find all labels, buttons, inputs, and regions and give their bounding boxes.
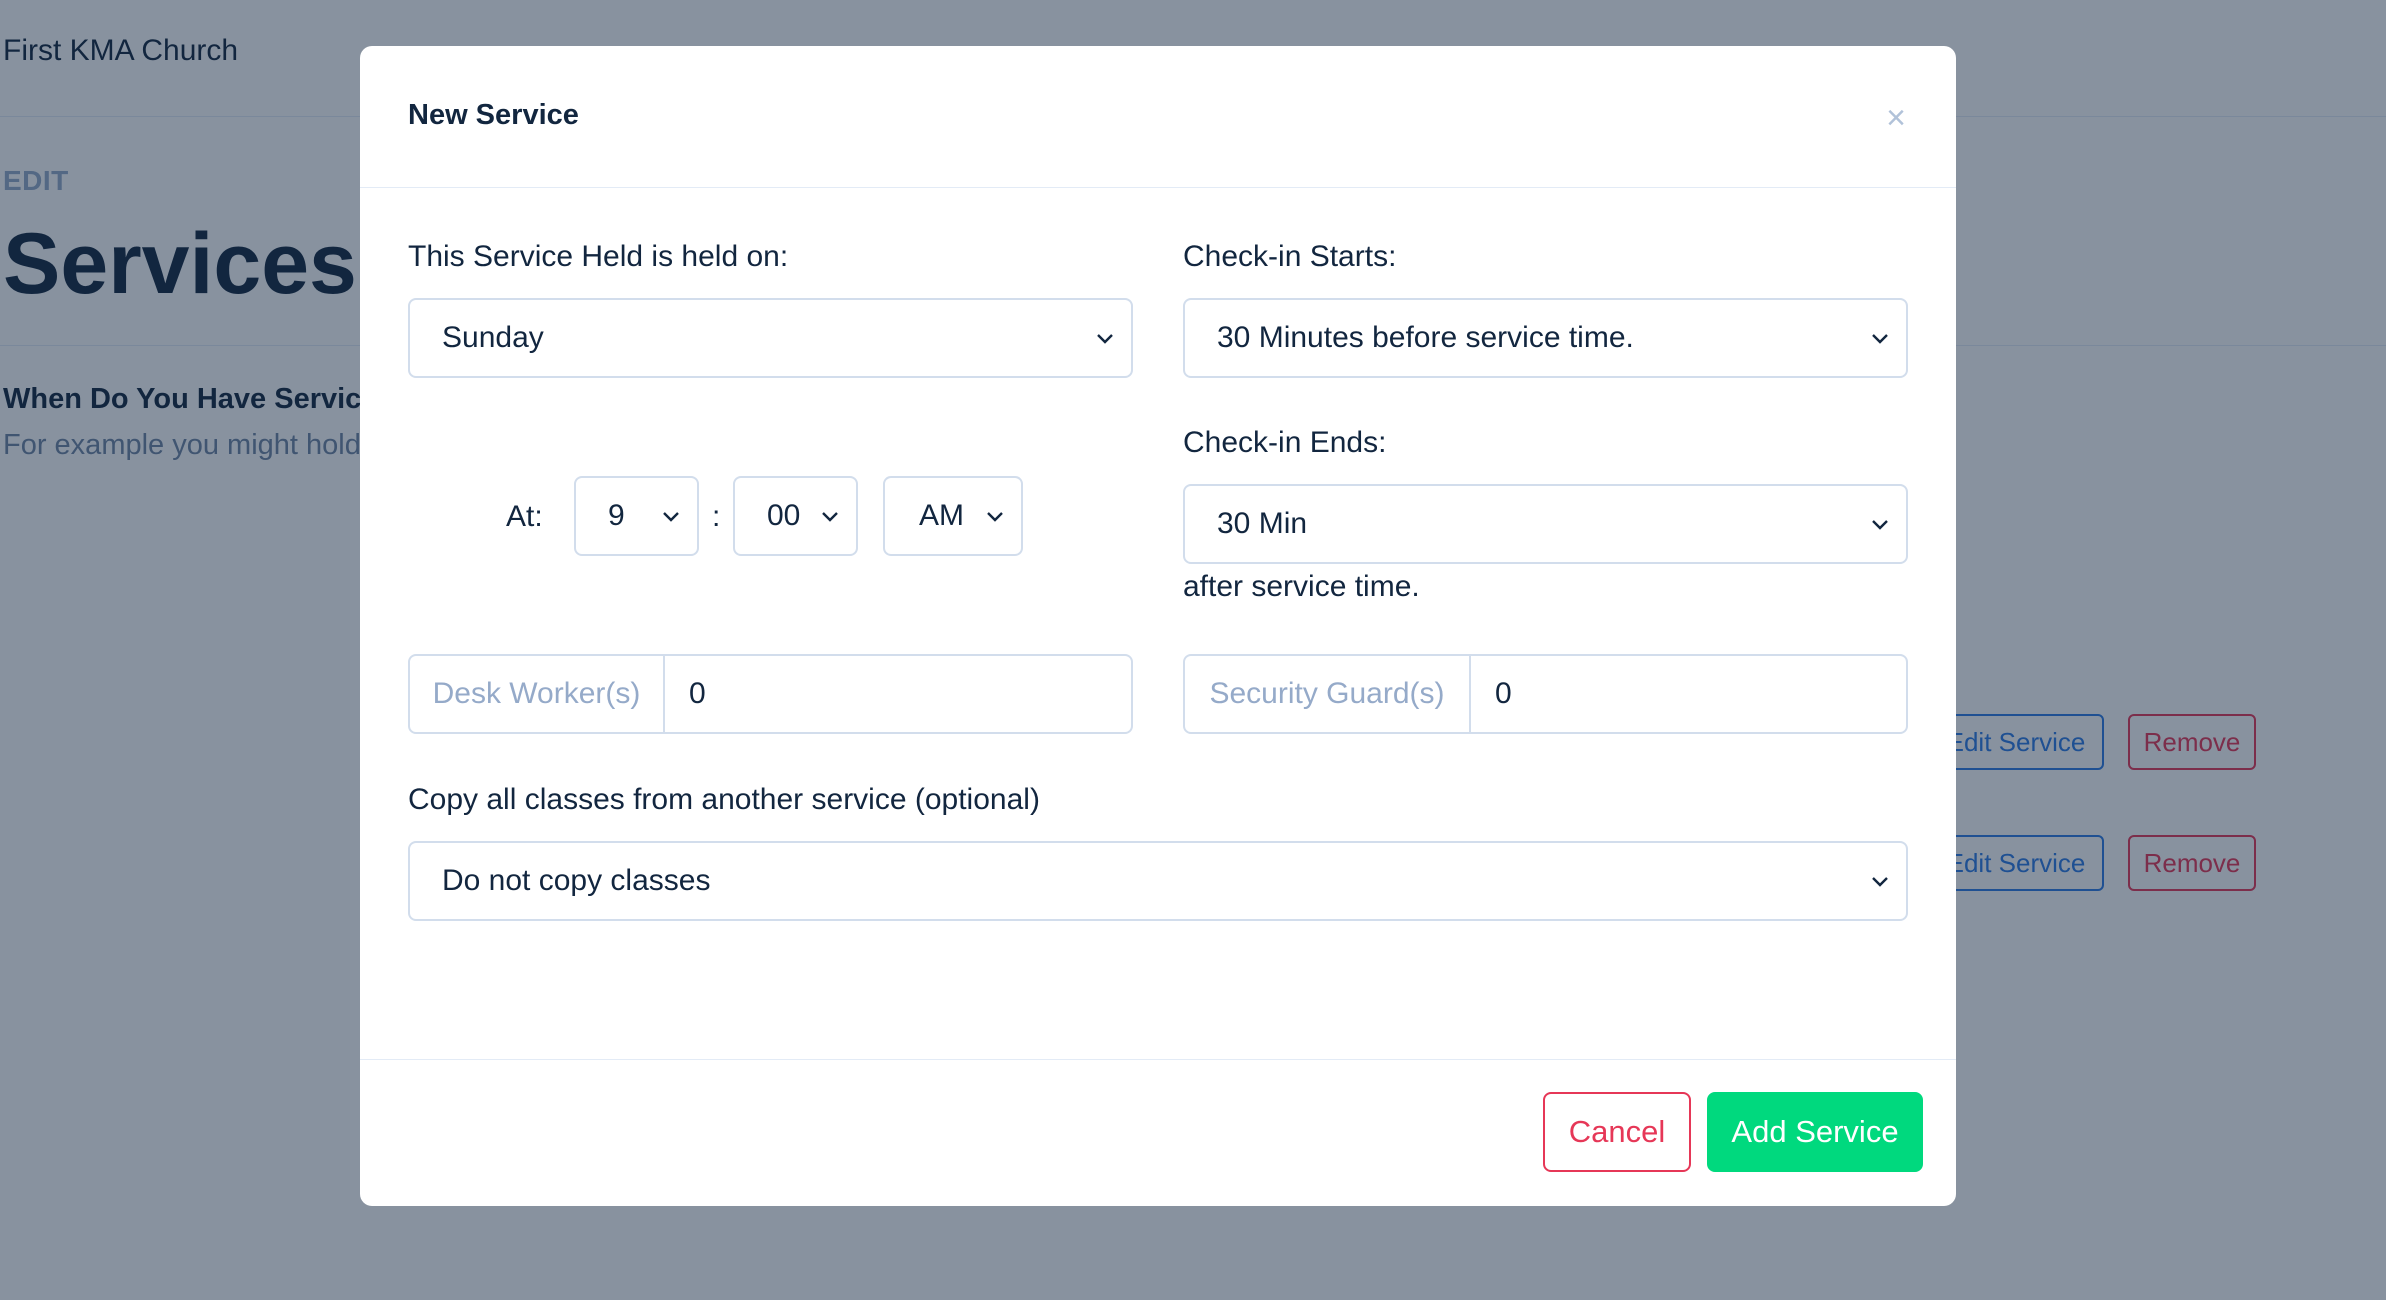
chevron-down-icon [820,509,840,523]
time-at-label: At: [506,500,543,533]
hour-select[interactable]: 9 [574,476,699,556]
security-guards-group: Security Guard(s) 0 [1183,654,1908,734]
modal-footer: Cancel Add Service [360,1059,1956,1206]
chevron-down-icon [1095,331,1115,345]
minute-select[interactable]: 00 [733,476,858,556]
checkin-end-label: Check-in Ends: [1183,426,1387,459]
chevron-down-icon [661,509,681,523]
service-day-select[interactable]: Sunday [408,298,1133,378]
checkin-start-value: 30 Minutes before service time. [1217,321,1634,354]
chevron-down-icon [1870,331,1890,345]
desk-workers-label: Desk Worker(s) [408,654,665,734]
chevron-down-icon [985,509,1005,523]
close-icon[interactable]: × [1876,98,1916,138]
desk-workers-input[interactable]: 0 [665,654,1133,734]
service-day-value: Sunday [442,321,544,354]
ampm-select[interactable]: AM [883,476,1023,556]
service-day-label: This Service Held is held on: [408,240,789,273]
checkin-start-select[interactable]: 30 Minutes before service time. [1183,298,1908,378]
minute-value: 00 [767,499,801,532]
copy-classes-value: Do not copy classes [442,864,711,897]
checkin-start-label: Check-in Starts: [1183,240,1397,273]
copy-classes-select[interactable]: Do not copy classes [408,841,1908,921]
add-service-button[interactable]: Add Service [1707,1092,1923,1172]
modal-header: New Service × [360,46,1956,188]
checkin-end-suffix: after service time. [1183,570,1420,603]
checkin-end-value: 30 Min [1217,507,1308,540]
security-guards-label: Security Guard(s) [1183,654,1471,734]
new-service-modal: New Service × This Service Held is held … [360,46,1956,1206]
checkin-end-select[interactable]: 30 Min [1183,484,1908,564]
chevron-down-icon [1870,874,1890,888]
chevron-down-icon [1870,517,1890,531]
desk-workers-group: Desk Worker(s) 0 [408,654,1133,734]
time-separator: : [712,500,721,533]
copy-classes-label: Copy all classes from another service (o… [408,783,1040,816]
cancel-button[interactable]: Cancel [1543,1092,1691,1172]
security-guards-input[interactable]: 0 [1471,654,1908,734]
modal-title: New Service [408,99,579,131]
ampm-value: AM [919,499,964,532]
hour-value: 9 [608,499,625,532]
